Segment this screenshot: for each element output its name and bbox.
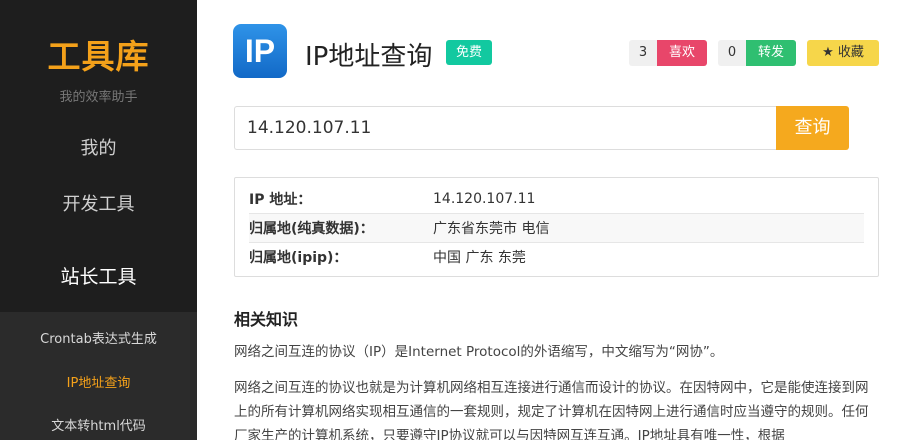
like-count: 3 [629,40,657,66]
result-table: IP 地址： 14.120.107.11 归属地(纯真数据)： 广东省东莞市 电… [234,177,879,277]
star-icon: ★ [822,45,834,60]
submenu: Crontab表达式生成 IP地址查询 文本转html代码 [0,312,197,440]
ip-search-input[interactable]: 14.120.107.11 [234,106,776,150]
submenu-item-text-to-html[interactable]: 文本转html代码 [0,415,197,434]
share-button[interactable]: 0 转发 [718,40,797,66]
submenu-item-ip-lookup[interactable]: IP地址查询 [0,372,197,391]
main-content: IP IP地址查询 免费 3 喜欢 0 转发 ★ 收藏 14.120.107.1… [197,0,910,440]
result-row: 归属地(ipip)： 中国 广东 东莞 [249,242,864,271]
ip-app-icon: IP [233,24,287,78]
share-count: 0 [718,40,746,66]
result-value: 中国 广东 东莞 [433,250,526,266]
result-value: 14.120.107.11 [433,190,536,207]
site-slogan: 我的效率助手 [59,90,138,105]
knowledge-paragraph: 网络之间互连的协议也就是为计算机网络相互连接进行通信而设计的协议。在因特网中，它… [234,380,869,440]
like-button[interactable]: 3 喜欢 [629,40,708,66]
like-label: 喜欢 [657,40,708,66]
nav-item-webmaster-tools[interactable]: 站长工具 [0,262,197,289]
nav-item-mine[interactable]: 我的 [0,134,197,160]
result-value: 广东省东莞市 电信 [433,221,550,237]
knowledge-paragraph: 网络之间互连的协议（IP）是Internet Protocol的外语缩写，中文缩… [234,344,724,360]
result-row: IP 地址： 14.120.107.11 [249,184,864,213]
result-key: 归属地(ipip)： [249,250,348,266]
favorite-button[interactable]: ★ 收藏 [807,40,879,66]
sidebar: 工具库 我的效率助手 我的 开发工具 站长工具 Crontab表达式生成 IP地… [0,0,197,440]
result-key: IP 地址： [249,191,312,208]
result-key: 归属地(纯真数据)： [249,221,374,237]
query-button[interactable]: 查询 [776,106,849,150]
result-row: 归属地(纯真数据)： 广东省东莞市 电信 [249,213,864,242]
page-title: IP地址查询 [305,42,433,72]
share-label: 转发 [746,40,797,66]
favorite-label: 收藏 [837,45,864,60]
knowledge-title: 相关知识 [234,310,299,329]
free-badge: 免费 [446,40,493,65]
nav-item-dev-tools[interactable]: 开发工具 [0,190,197,216]
site-logo[interactable]: 工具库 [0,30,197,78]
submenu-item-crontab[interactable]: Crontab表达式生成 [0,328,197,347]
